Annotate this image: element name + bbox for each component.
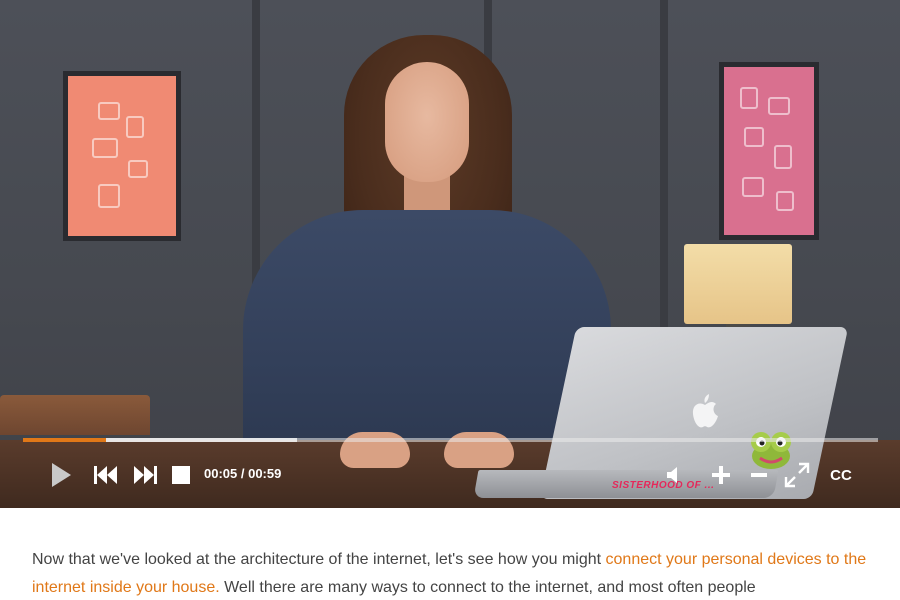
transcript-segment: Well there are many ways to connect to t… [219, 579, 756, 596]
volume-up-button[interactable] [709, 460, 733, 490]
presenter-face [385, 62, 469, 182]
next-button[interactable] [131, 460, 159, 490]
played-progress [23, 438, 106, 442]
plus-icon [712, 466, 730, 484]
play-button[interactable] [46, 460, 76, 490]
stop-button[interactable] [169, 460, 193, 490]
minus-icon [751, 473, 767, 477]
wall-art-right [724, 67, 814, 235]
previous-button[interactable] [92, 460, 120, 490]
fullscreen-icon [784, 462, 810, 488]
skip-forward-icon [134, 466, 157, 484]
apple-logo-icon [692, 394, 718, 428]
side-table [0, 395, 150, 435]
transcript-text: Now that we've looked at the architectur… [32, 546, 892, 600]
speaker-icon [667, 467, 677, 483]
wall-art-left [68, 76, 176, 236]
transcript-segment: Now that we've looked at the architectur… [32, 551, 606, 568]
stop-icon [172, 466, 190, 484]
skip-back-icon [94, 466, 117, 484]
volume-down-button[interactable] [749, 460, 769, 490]
time-display: 00:05 / 00:59 [204, 466, 282, 481]
seek-bar[interactable] [23, 438, 878, 442]
closed-captions-button[interactable]: CC [826, 460, 856, 490]
video-player[interactable]: SISTERHOOD OF ... 00:05 / 00:59 CC [0, 0, 900, 508]
mute-button[interactable] [662, 460, 684, 490]
play-icon [52, 463, 71, 487]
fullscreen-button[interactable] [783, 460, 811, 490]
lamp-shade [684, 244, 792, 324]
